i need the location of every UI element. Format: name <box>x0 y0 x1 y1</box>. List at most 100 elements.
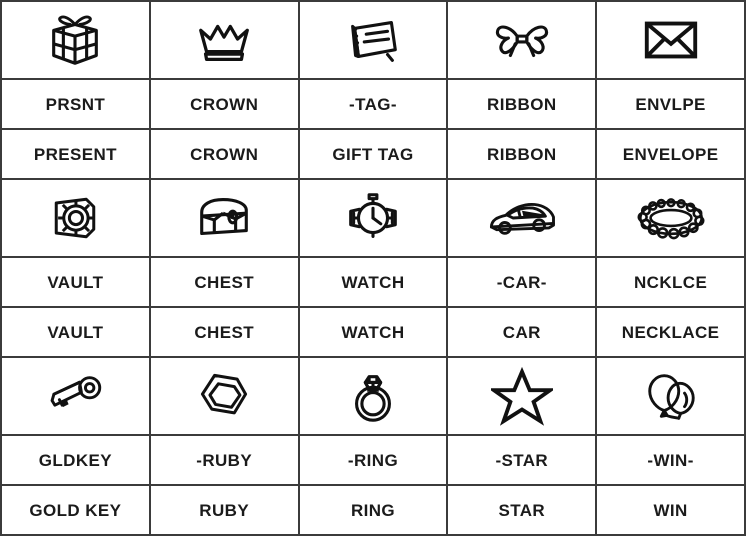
word-cell[interactable]: STAR <box>446 484 598 536</box>
word-cell[interactable]: CHEST <box>148 306 300 358</box>
crown-icon <box>151 2 298 78</box>
abbrev-cell[interactable]: -WIN- <box>595 434 746 486</box>
word-label: PRESENT <box>33 144 117 164</box>
table-row-icons-1 <box>0 0 746 80</box>
word-label: NECKLACE <box>621 322 720 342</box>
icon-cell[interactable] <box>446 356 598 436</box>
word-cell[interactable]: NECKLACE <box>595 306 746 358</box>
ruby-gem-icon <box>151 358 298 434</box>
icon-reference-sheet: PRSNT CROWN -TAG- RIBBON ENVLPE PRESENT … <box>0 0 746 536</box>
abbrev-label: -RING <box>347 450 399 470</box>
icon-cell[interactable] <box>148 356 300 436</box>
icon-cell[interactable] <box>297 356 449 436</box>
vault-icon <box>2 180 149 256</box>
icon-cell[interactable] <box>297 178 449 258</box>
abbrev-label: VAULT <box>47 272 104 292</box>
abbrev-cell[interactable]: NCKLCE <box>595 256 746 308</box>
word-cell[interactable]: RIBBON <box>446 128 598 180</box>
abbrev-cell[interactable]: RIBBON <box>446 78 598 130</box>
icon-cell[interactable] <box>148 178 300 258</box>
word-cell[interactable]: PRESENT <box>0 128 151 180</box>
abbrev-cell[interactable]: ENVLPE <box>595 78 746 130</box>
word-cell[interactable]: CROWN <box>148 128 300 180</box>
word-label: RING <box>350 500 396 520</box>
abbrev-cell[interactable]: -TAG- <box>297 78 449 130</box>
star-icon <box>448 358 595 434</box>
table-row-word-1: PRESENT CROWN GIFT TAG RIBBON ENVELOPE <box>0 128 746 180</box>
abbrev-cell[interactable]: VAULT <box>0 256 151 308</box>
abbrev-cell[interactable]: CHEST <box>148 256 300 308</box>
table-row-icons-3 <box>0 356 746 436</box>
word-label: CAR <box>502 322 541 342</box>
gift-tag-icon <box>300 2 447 78</box>
word-label: STAR <box>498 500 546 520</box>
word-cell[interactable]: GIFT TAG <box>297 128 449 180</box>
abbrev-cell[interactable]: GLDKEY <box>0 434 151 486</box>
word-cell[interactable]: ENVELOPE <box>595 128 746 180</box>
treasure-chest-icon <box>151 180 298 256</box>
abbrev-cell[interactable]: -STAR <box>446 434 598 486</box>
word-label: GOLD KEY <box>29 500 122 520</box>
word-label: WATCH <box>341 322 405 342</box>
abbrev-label: RIBBON <box>487 94 557 114</box>
abbrev-label: GLDKEY <box>38 450 113 470</box>
word-cell[interactable]: VAULT <box>0 306 151 358</box>
word-label: WIN <box>653 500 688 520</box>
abbrev-cell[interactable]: -RING <box>297 434 449 486</box>
icon-cell[interactable] <box>148 0 300 80</box>
icon-abbreviation-table: PRSNT CROWN -TAG- RIBBON ENVLPE PRESENT … <box>0 0 746 536</box>
word-label: ENVELOPE <box>622 144 719 164</box>
word-cell[interactable]: GOLD KEY <box>0 484 151 536</box>
table-row-abbrev-1: PRSNT CROWN -TAG- RIBBON ENVLPE <box>0 78 746 130</box>
car-icon <box>448 180 595 256</box>
word-label: VAULT <box>47 322 104 342</box>
abbrev-label: CROWN <box>190 94 259 114</box>
table-row-word-3: GOLD KEY RUBY RING STAR WIN <box>0 484 746 536</box>
word-cell[interactable]: WIN <box>595 484 746 536</box>
icon-cell[interactable] <box>446 0 598 80</box>
necklace-icon <box>597 180 744 256</box>
table-row-word-2: VAULT CHEST WATCH CAR NECKLACE <box>0 306 746 358</box>
word-label: GIFT TAG <box>332 144 414 164</box>
abbrev-label: -STAR <box>495 450 549 470</box>
word-label: CROWN <box>190 144 259 164</box>
table-row-icons-2 <box>0 178 746 258</box>
gold-key-icon <box>2 358 149 434</box>
icon-cell[interactable] <box>0 356 151 436</box>
word-cell[interactable]: WATCH <box>297 306 449 358</box>
word-label: RUBY <box>199 500 250 520</box>
watch-icon <box>300 180 447 256</box>
abbrev-cell[interactable]: -RUBY <box>148 434 300 486</box>
table-row-abbrev-3: GLDKEY -RUBY -RING -STAR -WIN- <box>0 434 746 486</box>
abbrev-label: WATCH <box>341 272 405 292</box>
icon-cell[interactable] <box>0 178 151 258</box>
icon-cell[interactable] <box>446 178 598 258</box>
icon-cell[interactable] <box>0 0 151 80</box>
abbrev-label: CHEST <box>194 272 254 292</box>
icon-cell[interactable] <box>595 0 746 80</box>
abbrev-cell[interactable]: PRSNT <box>0 78 151 130</box>
abbrev-cell[interactable]: CROWN <box>148 78 300 130</box>
word-cell[interactable]: RUBY <box>148 484 300 536</box>
icon-cell[interactable] <box>595 356 746 436</box>
word-cell[interactable]: RING <box>297 484 449 536</box>
icon-cell[interactable] <box>595 178 746 258</box>
abbrev-label: -WIN- <box>647 450 694 470</box>
word-label: CHEST <box>194 322 254 342</box>
diamond-ring-icon <box>300 358 447 434</box>
envelope-icon <box>597 2 744 78</box>
abbrev-label: -CAR- <box>496 272 547 292</box>
abbrev-label: -TAG- <box>349 94 397 114</box>
present-icon <box>2 2 149 78</box>
abbrev-label: -RUBY <box>196 450 253 470</box>
abbrev-label: PRSNT <box>45 94 106 114</box>
word-label: RIBBON <box>487 144 557 164</box>
word-cell[interactable]: CAR <box>446 306 598 358</box>
abbrev-label: NCKLCE <box>633 272 708 292</box>
abbrev-cell[interactable]: WATCH <box>297 256 449 308</box>
abbrev-cell[interactable]: -CAR- <box>446 256 598 308</box>
balloons-icon <box>597 358 744 434</box>
icon-cell[interactable] <box>297 0 449 80</box>
abbrev-label: ENVLPE <box>635 94 706 114</box>
ribbon-icon <box>448 2 595 78</box>
